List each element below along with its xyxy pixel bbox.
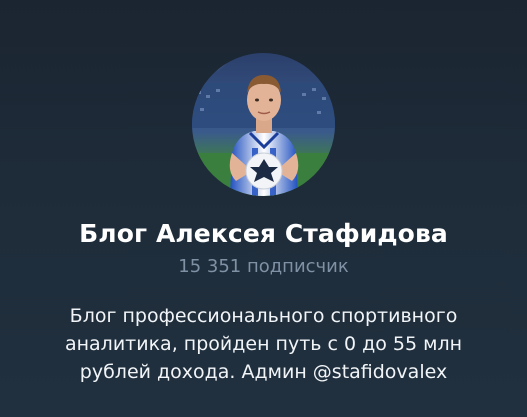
channel-info-card: Блог Алексея Стафидова 15 351 подписчик …	[0, 0, 527, 417]
subscriber-count: 15 351 подписчик	[178, 256, 349, 277]
channel-avatar-photo-icon	[192, 53, 335, 196]
channel-description: Блог профессионального спортивного анали…	[64, 305, 463, 383]
channel-title: Блог Алексея Стафидова	[79, 219, 448, 248]
channel-avatar[interactable]	[192, 53, 335, 196]
